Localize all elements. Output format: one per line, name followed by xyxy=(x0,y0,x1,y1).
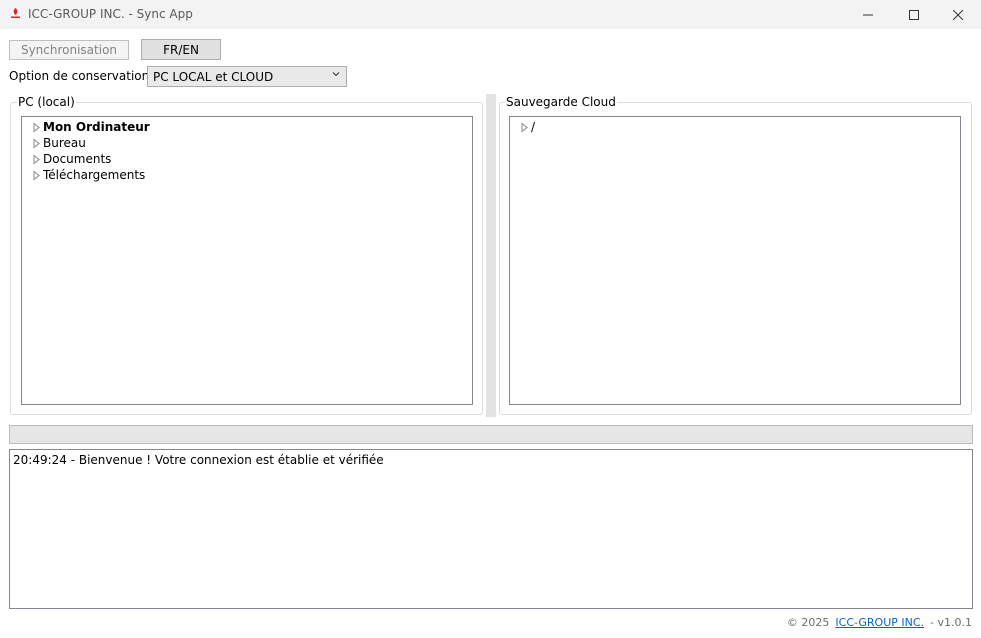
synchronisation-button[interactable]: Synchronisation xyxy=(9,40,129,60)
cloud-tree[interactable]: / xyxy=(509,116,961,405)
tree-item-root[interactable]: / xyxy=(520,119,535,135)
window-title: ICC-GROUP INC. - Sync App xyxy=(28,7,193,21)
conservation-option-label: Option de conservation : xyxy=(9,69,158,83)
expand-arrow-icon[interactable] xyxy=(520,121,531,133)
footer: © 2025 ICC-GROUP INC. - v1.0.1 xyxy=(787,616,972,629)
expand-arrow-icon[interactable] xyxy=(32,169,43,181)
title-bar[interactable]: ICC-GROUP INC. - Sync App xyxy=(0,0,981,29)
tree-item-mon-ordinateur[interactable]: Mon Ordinateur xyxy=(32,119,150,135)
close-icon xyxy=(953,9,963,20)
tree-item-label: Téléchargements xyxy=(43,168,146,182)
close-button[interactable] xyxy=(935,0,981,29)
minimize-button[interactable] xyxy=(845,0,891,29)
tree-item-label: Mon Ordinateur xyxy=(43,120,150,134)
tree-item-bureau[interactable]: Bureau xyxy=(32,135,86,151)
expand-arrow-icon[interactable] xyxy=(32,137,43,149)
tree-item-telechargements[interactable]: Téléchargements xyxy=(32,167,145,183)
log-line: 20:49:24 - Bienvenue ! Votre connexion e… xyxy=(13,453,384,467)
expand-arrow-icon[interactable] xyxy=(32,153,43,165)
conservation-option-select[interactable]: PC LOCAL et CLOUD xyxy=(147,66,347,87)
expand-arrow-icon[interactable] xyxy=(32,121,43,133)
local-tree[interactable]: Mon Ordinateur Bureau Documents Téléchar… xyxy=(21,116,473,405)
copyright-text: © 2025 xyxy=(786,616,830,629)
maximize-icon xyxy=(909,9,919,20)
tree-item-label: Bureau xyxy=(43,136,86,150)
version-text: - v1.0.1 xyxy=(930,616,972,629)
panel-splitter[interactable] xyxy=(486,94,496,417)
language-toggle-button[interactable]: FR/EN xyxy=(141,39,221,60)
minimize-icon xyxy=(863,14,873,15)
tree-item-documents[interactable]: Documents xyxy=(32,151,111,167)
sync-progress-bar xyxy=(9,425,973,444)
tree-item-label: / xyxy=(531,120,536,134)
local-group-title: PC (local) xyxy=(17,95,76,109)
conservation-option-value: PC LOCAL et CLOUD xyxy=(153,69,274,84)
company-link[interactable]: ICC-GROUP INC. xyxy=(835,616,924,629)
maximize-button[interactable] xyxy=(891,0,937,29)
tree-item-label: Documents xyxy=(43,152,112,166)
icc-logo-icon xyxy=(11,8,20,18)
cloud-group-title: Sauvegarde Cloud xyxy=(505,95,617,109)
log-output[interactable]: 20:49:24 - Bienvenue ! Votre connexion e… xyxy=(9,449,973,609)
chevron-down-icon xyxy=(332,72,340,77)
